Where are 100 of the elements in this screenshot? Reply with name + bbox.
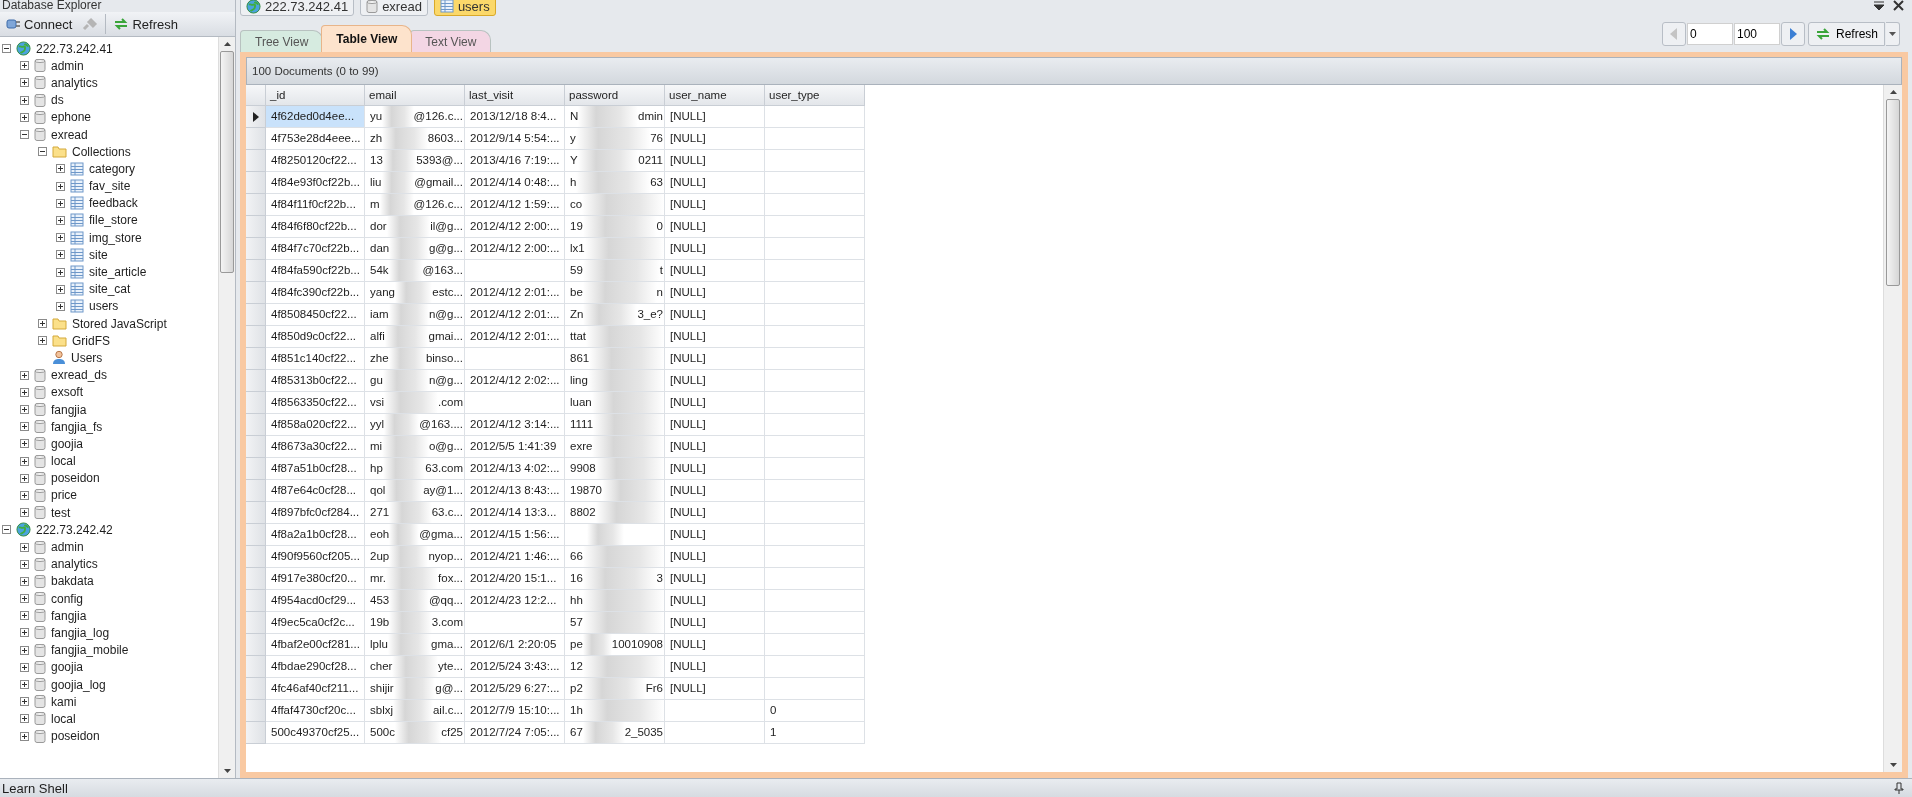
tree-item[interactable]: config — [51, 591, 84, 606]
expand-icon[interactable] — [20, 559, 29, 569]
expand-icon[interactable] — [20, 473, 29, 483]
breadcrumb-button[interactable]: 222.73.242.41 — [240, 0, 355, 16]
expand-icon[interactable] — [20, 439, 29, 449]
tree-item[interactable]: site — [89, 247, 108, 262]
tree-item[interactable]: price — [51, 488, 77, 503]
tree-item[interactable]: category — [89, 161, 136, 176]
tree-item[interactable]: poseidon — [51, 471, 100, 486]
tree-item[interactable]: fav_site — [89, 179, 131, 194]
dropdown-button[interactable] — [1886, 22, 1900, 46]
expand-icon[interactable] — [56, 164, 65, 174]
collapse-icon[interactable] — [2, 525, 11, 535]
tree-item[interactable]: fangjia_mobile — [51, 643, 129, 658]
expand-icon[interactable] — [20, 387, 29, 397]
dropdown-icon[interactable] — [1873, 0, 1885, 11]
tree-item[interactable]: site_cat — [89, 282, 131, 297]
expand-icon[interactable] — [20, 542, 29, 552]
expand-icon[interactable] — [20, 95, 29, 105]
expand-icon[interactable] — [56, 181, 65, 191]
tree-item[interactable]: kami — [51, 694, 77, 709]
refresh-button[interactable]: Refresh — [110, 14, 181, 34]
tree-item[interactable]: fangjia_fs — [51, 419, 103, 434]
expand-icon[interactable] — [20, 680, 29, 690]
column-header[interactable]: email — [365, 85, 465, 106]
collapse-icon[interactable] — [2, 44, 11, 54]
scroll-thumb[interactable] — [1886, 99, 1900, 286]
expand-icon[interactable] — [20, 405, 29, 415]
scroll-down-icon[interactable] — [223, 769, 231, 773]
tree-item[interactable]: 222.73.242.42 — [36, 522, 113, 537]
tree-item[interactable]: file_store — [89, 213, 138, 228]
expand-icon[interactable] — [56, 215, 65, 225]
expand-icon[interactable] — [20, 370, 29, 380]
scroll-up-icon[interactable] — [223, 42, 231, 46]
tree-item[interactable]: local — [51, 454, 76, 469]
scroll-down-icon[interactable] — [1889, 763, 1897, 767]
breadcrumb-button[interactable]: exread — [360, 0, 428, 16]
expand-icon[interactable] — [20, 714, 29, 724]
tree-item[interactable]: goojia — [51, 436, 84, 451]
expand-icon[interactable] — [20, 628, 29, 638]
expand-icon[interactable] — [20, 78, 29, 88]
expand-icon[interactable] — [20, 611, 29, 621]
expand-icon[interactable] — [20, 508, 29, 518]
tree-item[interactable]: Stored JavaScript — [72, 316, 167, 331]
expand-icon[interactable] — [56, 301, 65, 311]
tree-item[interactable]: exread_ds — [51, 368, 108, 383]
expand-icon[interactable] — [56, 284, 65, 294]
row-indicator[interactable] — [246, 106, 266, 128]
expand-icon[interactable] — [20, 594, 29, 604]
expand-icon[interactable] — [38, 336, 47, 346]
expand-icon[interactable] — [20, 112, 29, 122]
tree-item[interactable]: feedback — [89, 196, 138, 211]
tree-item[interactable]: bakdata — [51, 574, 94, 589]
expand-icon[interactable] — [20, 490, 29, 500]
refresh-button[interactable]: Refresh — [1807, 22, 1885, 46]
expand-icon[interactable] — [20, 456, 29, 466]
column-header[interactable]: user_type — [765, 85, 865, 106]
column-header[interactable]: last_visit — [465, 85, 565, 106]
tree-item[interactable]: img_store — [89, 230, 142, 245]
scrollbar[interactable] — [218, 37, 235, 778]
tree-item[interactable]: fangjia — [51, 608, 87, 623]
pin-icon[interactable] — [1894, 782, 1904, 794]
expand-icon[interactable] — [20, 645, 29, 655]
tree-item[interactable]: Users — [71, 350, 103, 365]
column-header[interactable]: _id — [266, 85, 365, 106]
tree-item[interactable]: 222.73.242.41 — [36, 41, 113, 56]
tree-item[interactable]: exsoft — [51, 385, 83, 400]
tree-item[interactable]: admin — [51, 540, 84, 555]
tree-item[interactable]: fangjia_log — [51, 625, 110, 640]
expand-icon[interactable] — [56, 267, 65, 277]
expand-icon[interactable] — [20, 61, 29, 71]
column-header[interactable]: user_name — [665, 85, 765, 106]
tree-item[interactable]: Collections — [72, 144, 131, 159]
breadcrumb-button[interactable]: users — [433, 0, 496, 16]
close-icon[interactable] — [1893, 0, 1904, 11]
count-field[interactable]: 100 — [1733, 23, 1780, 45]
tree-item[interactable]: goojia_log — [51, 677, 106, 692]
expand-icon[interactable] — [20, 422, 29, 432]
tree-item[interactable]: users — [89, 299, 119, 314]
tree-item[interactable]: GridFS — [72, 333, 110, 348]
view-tab[interactable]: Table View — [321, 25, 413, 52]
view-tab[interactable]: Tree View — [240, 30, 324, 52]
tree-item[interactable]: local — [51, 711, 76, 726]
scroll-thumb[interactable] — [220, 51, 234, 273]
expand-icon[interactable] — [38, 319, 47, 329]
tree-item[interactable]: admin — [51, 58, 84, 73]
tree-item[interactable]: ephone — [51, 110, 92, 125]
tree-item[interactable]: goojia — [51, 660, 84, 675]
next-button[interactable] — [1780, 22, 1805, 46]
expand-icon[interactable] — [20, 576, 29, 586]
scroll-up-icon[interactable] — [1889, 90, 1897, 94]
view-tab[interactable]: Text View — [410, 30, 492, 52]
tree-item[interactable]: poseidon — [51, 729, 100, 744]
column-header[interactable]: password — [565, 85, 665, 106]
tree-item[interactable]: test — [51, 505, 71, 520]
expand-icon[interactable] — [56, 198, 65, 208]
expand-icon[interactable] — [20, 731, 29, 741]
scrollbar[interactable] — [1883, 85, 1902, 772]
tree-item[interactable]: ds — [51, 93, 64, 108]
collapse-icon[interactable] — [38, 147, 47, 157]
